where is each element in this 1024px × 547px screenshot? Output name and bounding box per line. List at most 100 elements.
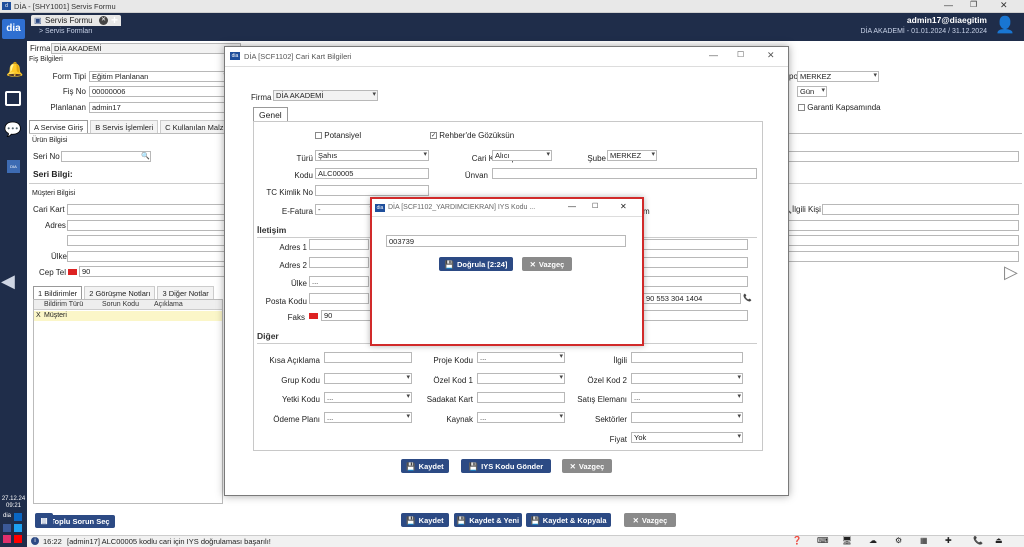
faks-right-field[interactable] [643, 310, 748, 321]
prev-arrow-icon[interactable]: ◀ [1, 271, 15, 292]
modal-close-icon[interactable]: ✕ [620, 202, 627, 211]
ozel-kod-2-select[interactable] [631, 373, 743, 384]
tab-bildirimler[interactable]: 1 Bildirimler [33, 286, 83, 300]
cancel-button[interactable]: ✕ Vazgeç [624, 513, 676, 527]
kodu-field[interactable] [315, 168, 429, 179]
cari-kart-field[interactable] [67, 204, 227, 215]
seri-search-icon[interactable]: 🔍 [141, 152, 150, 160]
linkedin-icon[interactable] [14, 513, 22, 521]
adres-field-2[interactable] [67, 235, 227, 246]
dlg-ulke-right-field[interactable] [643, 276, 748, 287]
ozel-kod-1-select[interactable] [477, 373, 565, 384]
potansiyel-checkbox[interactable]: Potansiyel [315, 131, 361, 140]
row-delete-mark[interactable]: X [36, 312, 41, 319]
garanti-checkbox[interactable]: Garanti Kapsamında [798, 103, 881, 112]
adres1-right-field[interactable] [643, 239, 748, 250]
puzzle-icon[interactable]: ✚ [945, 536, 952, 545]
breadcrumb[interactable]: > Servis Formları [39, 28, 92, 35]
close-window-icon[interactable]: ✕ [1000, 0, 1008, 11]
adres2-field[interactable] [309, 257, 369, 268]
seri-desc-field[interactable] [787, 151, 1019, 162]
planlanan-field[interactable] [89, 102, 229, 113]
phone-icon[interactable]: 📞 [973, 536, 983, 545]
keyboard-icon[interactable]: ⌨ [817, 536, 829, 545]
facebook-icon[interactable] [3, 524, 11, 532]
odeme-plani-select[interactable] [324, 412, 412, 423]
qr-icon[interactable]: ▦ [920, 536, 928, 545]
col-aciklama[interactable]: Açıklama [154, 301, 183, 308]
modal-maximize-icon[interactable]: ☐ [592, 202, 598, 210]
instagram-icon[interactable] [3, 535, 11, 543]
tc-kimlik-field[interactable] [315, 185, 429, 196]
cari-kart-tipi-select[interactable] [492, 150, 552, 161]
exit-icon[interactable]: ⏏ [995, 536, 1003, 545]
rehber-checkbox[interactable]: ✓ Rehber'de Gözüksün [430, 131, 514, 140]
iys-kodu-gonder-button[interactable]: 💾 IYS Kodu Gönder [461, 459, 551, 473]
seri-no-field[interactable] [61, 151, 151, 162]
telefon-field[interactable] [643, 293, 741, 304]
sektorler-select[interactable] [631, 412, 743, 423]
proje-kodu-select[interactable] [477, 352, 565, 363]
cep-tel-field[interactable] [79, 266, 229, 277]
tab-servis-formu[interactable]: ▣ Servis Formu ✕ [31, 15, 121, 26]
tab-diger-notlar[interactable]: 3 Diğer Notlar [157, 286, 214, 300]
save-copy-button[interactable]: 💾 Kaydet & Kopyala [526, 513, 611, 527]
unvan-field[interactable] [492, 168, 757, 179]
period-label[interactable]: DİA AKADEMİ - 01.01.2024 / 31.12.2024 [817, 28, 987, 35]
tab-servis-islemleri[interactable]: B Servis İşlemleri [90, 120, 159, 134]
kaynak-select[interactable] [477, 412, 565, 423]
chat-icon[interactable]: 💬 [4, 121, 21, 138]
ilgili-field[interactable] [631, 352, 743, 363]
user-settings-icon[interactable]: 👤 [995, 15, 1015, 35]
minimize-icon[interactable]: — [944, 0, 953, 10]
modal-cancel-button[interactable]: ✕ Vazgeç [522, 257, 572, 271]
iys-code-field[interactable] [386, 235, 626, 247]
calendar-icon[interactable] [5, 91, 21, 106]
ulke-field[interactable] [67, 251, 227, 262]
close-tab-icon[interactable]: ✕ [99, 16, 108, 25]
posta-kodu-field[interactable] [309, 293, 369, 304]
dlg-firma-select[interactable] [273, 90, 378, 101]
user-name[interactable]: admin17@diaegitim [867, 15, 987, 25]
dlg-ulke-field[interactable] [309, 276, 369, 287]
firma-field[interactable] [51, 43, 241, 54]
satis-elemani-select[interactable] [631, 392, 743, 403]
gun-select[interactable] [797, 86, 827, 97]
form-menu-button[interactable]: ▤ [35, 513, 53, 527]
sadakat-kart-field[interactable] [477, 392, 565, 403]
fiyat-select[interactable] [631, 432, 743, 443]
table-row[interactable]: X Müşteri [34, 311, 222, 321]
yetki-kodu-select[interactable] [324, 392, 412, 403]
next-arrow-icon[interactable]: ▷ [1004, 262, 1018, 283]
sube-select[interactable] [607, 150, 657, 161]
adres1-field[interactable] [309, 239, 369, 250]
dia-logo[interactable]: dia [2, 19, 25, 39]
settings-icon[interactable]: ⚙ [895, 536, 902, 545]
dia-small-icon[interactable]: DIA [7, 160, 20, 173]
col-bildirim-turu[interactable]: Bildirim Türü [44, 301, 83, 308]
help-icon[interactable]: ❓ [792, 536, 802, 545]
phone-call-icon[interactable]: 📞 [743, 294, 752, 302]
fis-no-field[interactable] [89, 86, 229, 97]
restore-icon[interactable]: ❐ [970, 0, 977, 9]
adres-field-1[interactable] [67, 220, 227, 231]
depo-select[interactable] [797, 71, 879, 82]
add-tab-icon[interactable]: + [111, 13, 118, 27]
dogrula-button[interactable]: 💾 Doğrula [2:24] [439, 257, 513, 271]
tab-servise-giris[interactable]: A Servise Giriş [29, 120, 89, 134]
faks-field[interactable] [321, 310, 371, 321]
tab-kullanilan-malzeme[interactable]: C Kullanılan Malz [160, 120, 229, 134]
ilgili-kisi-field[interactable] [822, 204, 1019, 215]
notification-bell-icon[interactable]: 🔔 [6, 61, 23, 78]
efatura-select[interactable] [315, 204, 375, 215]
form-tipi-select[interactable] [89, 71, 229, 82]
col-sorun-kodu[interactable]: Sorun Kodu [102, 301, 139, 308]
turu-select[interactable] [315, 150, 429, 161]
dialog-minimize-icon[interactable]: — [709, 50, 718, 60]
save-button[interactable]: 💾 Kaydet [401, 513, 449, 527]
save-new-button[interactable]: 💾 Kaydet & Yeni [454, 513, 522, 527]
dialog-maximize-icon[interactable]: ☐ [737, 50, 744, 59]
dlg-save-button[interactable]: 💾 Kaydet [401, 459, 449, 473]
tab-genel[interactable]: Genel [253, 107, 288, 122]
adres2-right-field[interactable] [643, 257, 748, 268]
